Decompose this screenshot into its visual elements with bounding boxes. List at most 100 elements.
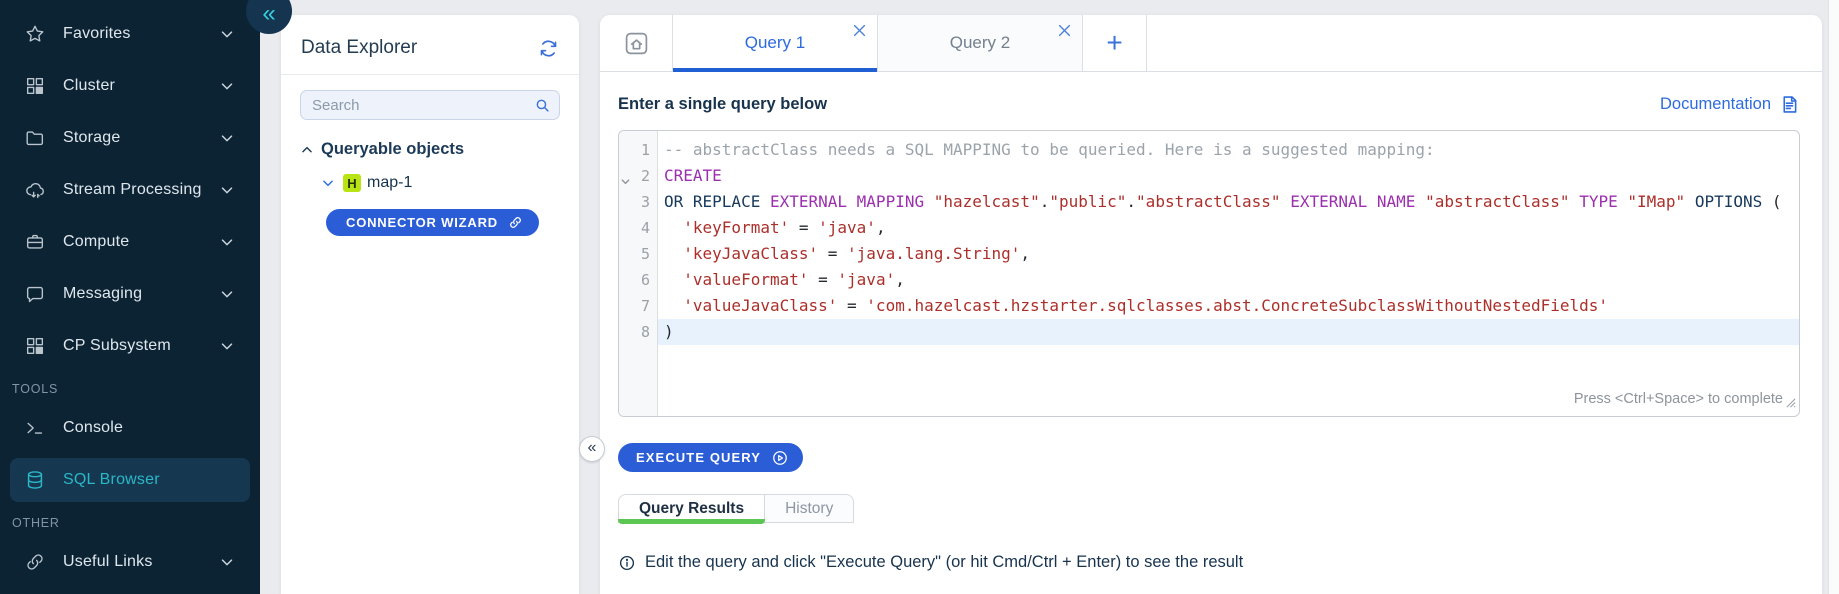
chevron-down-icon <box>218 181 236 199</box>
code-line: 'keyFormat' = 'java', <box>664 215 1799 241</box>
double-chevron-left-icon: « <box>262 0 275 34</box>
code-token: 'valueJavaClass' <box>683 296 837 315</box>
code-token: . <box>1040 192 1050 211</box>
close-tab-icon[interactable] <box>1058 22 1071 35</box>
chevron-down-icon <box>218 129 236 147</box>
document-icon <box>1779 94 1800 115</box>
code-line: CREATE <box>664 163 1799 189</box>
code-token <box>664 244 683 263</box>
sidebar-item-cluster[interactable]: Cluster <box>10 64 250 108</box>
sidebar-item-cp-subsystem[interactable]: CP Subsystem <box>10 324 250 368</box>
code-token: = <box>837 296 866 315</box>
sidebar-item-stream-processing[interactable]: Stream Processing <box>10 168 250 212</box>
sql-browser-main-panel: Query 1Query 2 + Enter a single query be… <box>600 15 1822 594</box>
data-explorer-title: Data Explorer <box>301 37 417 59</box>
sidebar-item-useful-links[interactable]: Useful Links <box>10 540 250 584</box>
tree-item-map-1[interactable]: H map-1 <box>281 174 579 192</box>
tab-home[interactable] <box>600 15 673 71</box>
code-token: "hazelcast" <box>934 192 1040 211</box>
sidebar-item-storage[interactable]: Storage <box>10 116 250 160</box>
close-tab-icon[interactable] <box>853 22 866 35</box>
sidebar-item-favorites[interactable]: Favorites <box>10 12 250 56</box>
code-token: = <box>809 270 838 289</box>
map-type-badge: H <box>343 174 361 192</box>
chevron-down-icon <box>218 553 236 571</box>
chevron-down-icon <box>218 337 236 355</box>
tabbar-spacer <box>1147 15 1822 71</box>
sidebar-item-label: Console <box>63 419 250 437</box>
code-token: . <box>1126 192 1136 211</box>
code-token <box>664 218 683 237</box>
code-token: 'keyFormat' <box>683 218 789 237</box>
code-token: CREATE <box>664 166 722 185</box>
code-token <box>664 296 683 315</box>
home-icon <box>623 30 650 57</box>
add-query-tab-button[interactable]: + <box>1083 15 1147 71</box>
search-input[interactable] <box>300 90 560 120</box>
line-number: 7 <box>619 293 657 319</box>
link-icon <box>508 215 523 230</box>
code-token <box>1570 192 1580 211</box>
code-token: EXTERNAL NAME <box>1290 192 1415 211</box>
tree-group-queryable-objects[interactable]: Queryable objects <box>281 140 579 159</box>
code-line: 'keyJavaClass' = 'java.lang.String', <box>664 241 1799 267</box>
chat-icon <box>24 283 46 305</box>
line-number: 6 <box>619 267 657 293</box>
code-token: ( <box>1762 192 1781 211</box>
line-number: 8 <box>619 319 657 345</box>
sidebar-item-sql-browser[interactable]: SQL Browser <box>10 458 250 502</box>
code-token: ) <box>664 322 674 341</box>
code-token: "public" <box>1049 192 1126 211</box>
code-token: , <box>1020 244 1030 263</box>
code-token <box>924 192 934 211</box>
code-token: = <box>789 218 818 237</box>
code-token: OPTIONS <box>1695 192 1762 211</box>
execute-query-button[interactable]: EXECUTE QUERY <box>618 443 803 472</box>
sidebar-item-console[interactable]: Console <box>10 406 250 450</box>
code-token <box>1685 192 1695 211</box>
connector-wizard-button[interactable]: CONNECTOR WIZARD <box>326 209 539 236</box>
play-circle-icon <box>771 449 789 467</box>
documentation-link[interactable]: Documentation <box>1660 94 1800 115</box>
code-token: 'valueFormat' <box>683 270 808 289</box>
page-scrollbar-track[interactable] <box>1828 0 1839 594</box>
code-token: 'com.hazelcast.hzstarter.sqlclasses.abst… <box>866 296 1608 315</box>
documentation-label: Documentation <box>1660 95 1771 114</box>
editor-code-area[interactable]: -- abstractClass needs a SQL MAPPING to … <box>658 131 1799 416</box>
sidebar-item-compute[interactable]: Compute <box>10 220 250 264</box>
code-line: 'valueJavaClass' = 'com.hazelcast.hzstar… <box>664 293 1799 319</box>
tree-item-label: map-1 <box>367 174 412 192</box>
execute-query-label: EXECUTE QUERY <box>636 450 761 465</box>
code-token: 'keyJavaClass' <box>683 244 818 263</box>
results-tab-query-results[interactable]: Query Results <box>618 494 765 523</box>
chevron-down-icon[interactable] <box>321 176 335 190</box>
code-token: EXTERNAL MAPPING <box>770 192 924 211</box>
sidebar-item-messaging[interactable]: Messaging <box>10 272 250 316</box>
sidebar-item-label: Compute <box>63 233 218 251</box>
refresh-icon[interactable] <box>538 38 559 59</box>
code-token: "abstractClass" <box>1136 192 1281 211</box>
resize-grip-icon[interactable] <box>1785 395 1796 413</box>
results-info-message: Edit the query and click "Execute Query"… <box>645 553 1243 572</box>
code-line: ) <box>658 319 1799 345</box>
code-token <box>760 192 770 211</box>
link-icon <box>24 551 46 573</box>
line-number: 1 <box>619 137 657 163</box>
tab-query-2[interactable]: Query 2 <box>878 15 1083 71</box>
chevron-up-icon <box>300 143 314 157</box>
sidebar-section-label: OTHER <box>12 516 260 530</box>
grid-icon <box>24 335 46 357</box>
sidebar-item-label: Favorites <box>63 25 218 43</box>
code-token: , <box>876 218 886 237</box>
data-explorer-collapse-button[interactable]: « <box>579 436 605 462</box>
sql-editor[interactable]: 12345678 -- abstractClass needs a SQL MA… <box>618 130 1800 417</box>
tree-group-label: Queryable objects <box>321 140 464 159</box>
line-number: 3 <box>619 189 657 215</box>
connector-wizard-label: CONNECTOR WIZARD <box>346 215 498 230</box>
tab-query-1[interactable]: Query 1 <box>673 15 878 71</box>
database-icon <box>24 469 46 491</box>
results-tab-history[interactable]: History <box>765 494 854 523</box>
divider <box>281 74 579 75</box>
query-tab-label: Query 2 <box>950 33 1010 53</box>
sidebar-item-label: Stream Processing <box>63 181 218 199</box>
